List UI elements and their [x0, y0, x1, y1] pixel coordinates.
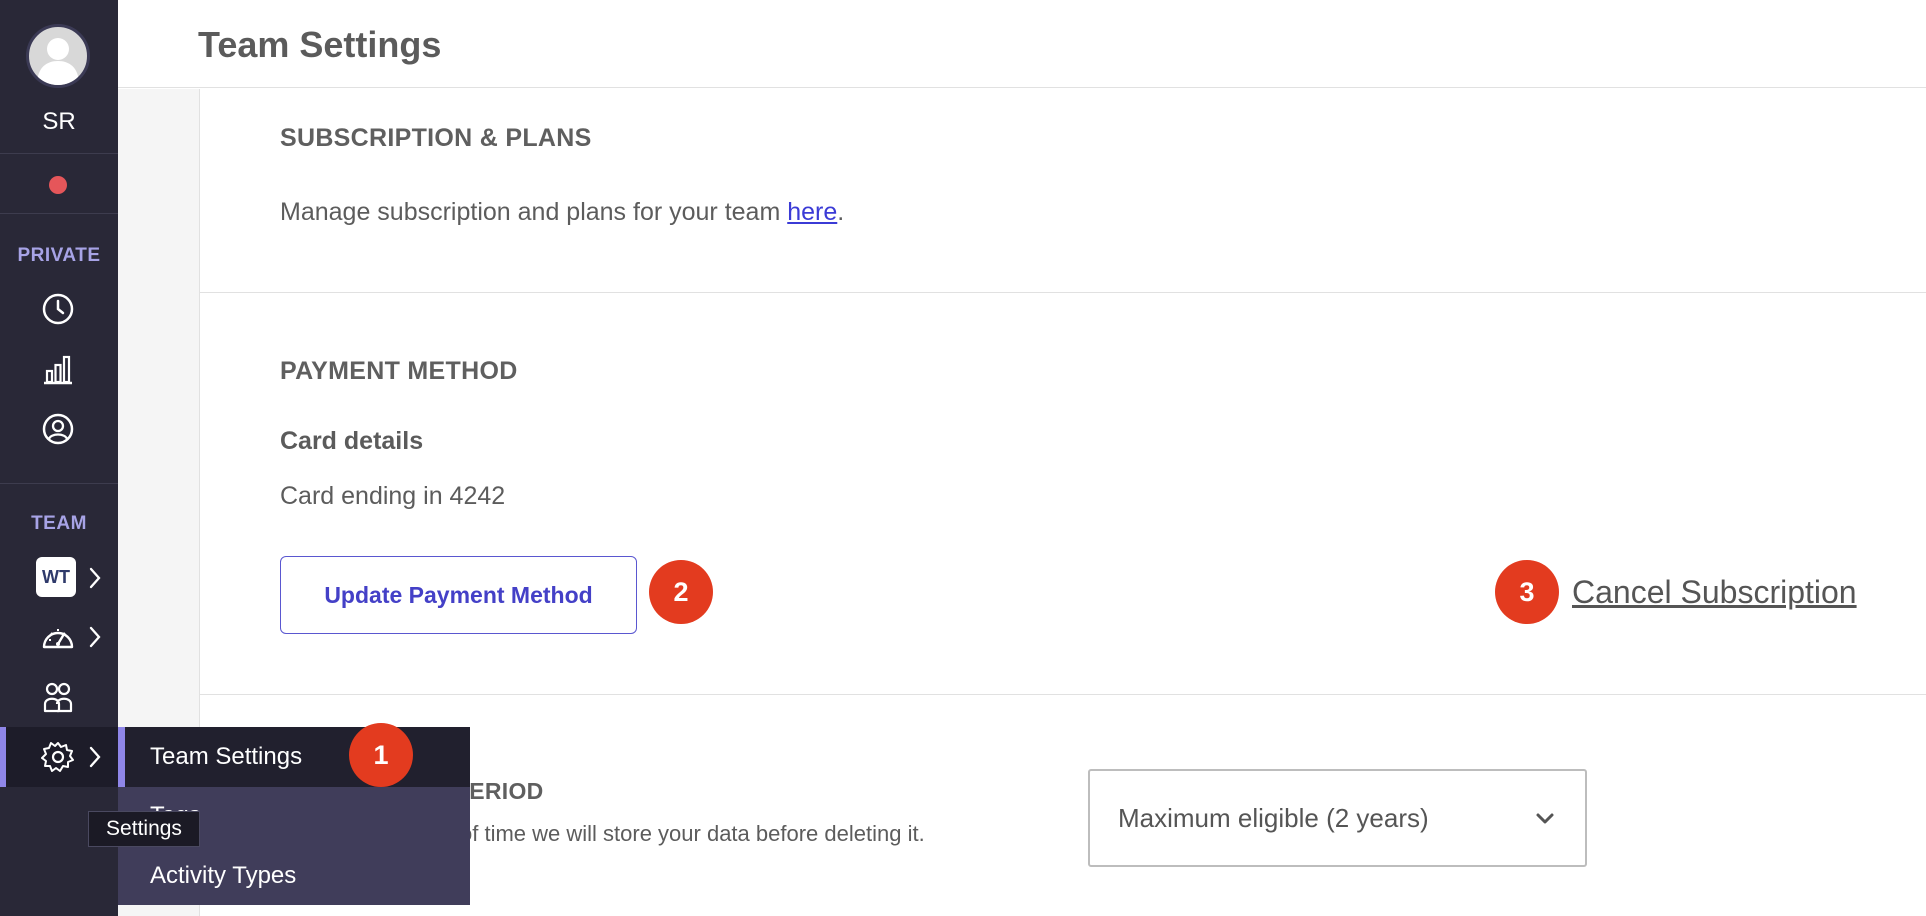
divider	[0, 213, 118, 214]
settings-tooltip: Settings	[88, 811, 200, 847]
annotation-badge-3: 3	[1495, 560, 1559, 624]
chevron-right-icon[interactable]	[88, 625, 102, 649]
chevron-right-icon[interactable]	[88, 745, 102, 769]
status-indicator	[49, 176, 67, 194]
subscription-here-link[interactable]: here	[787, 198, 837, 226]
annotation-badge-1: 1	[349, 723, 413, 787]
page-header: Team Settings	[118, 0, 1926, 88]
subscription-text-after: .	[837, 198, 845, 226]
private-section-label: PRIVATE	[17, 245, 101, 266]
chevron-right-icon[interactable]	[88, 566, 102, 590]
chevron-down-icon	[1536, 813, 1554, 824]
subscription-text-before: Manage subscription and plans for your t…	[280, 198, 788, 226]
people-icon[interactable]	[40, 679, 76, 715]
team-section-label: TEAM	[31, 513, 87, 534]
active-indicator	[0, 727, 6, 787]
divider	[0, 153, 118, 154]
gear-icon[interactable]	[40, 739, 76, 775]
subscription-section: SUBSCRIPTION & PLANS Manage subscription…	[200, 89, 1926, 293]
avatar[interactable]	[26, 24, 90, 88]
payment-heading: PAYMENT METHOD	[280, 357, 518, 385]
user-silhouette-icon	[37, 38, 79, 85]
retention-description: of time we will store your data before d…	[460, 821, 925, 846]
subscription-text: Manage subscription and plans for your t…	[280, 198, 844, 227]
flyout-item-label[interactable]: Team Settings	[150, 743, 302, 771]
bar-chart-icon[interactable]	[40, 351, 76, 387]
user-initials: SR	[42, 108, 76, 135]
profile-icon[interactable]	[40, 411, 76, 447]
clock-icon[interactable]	[40, 291, 76, 327]
cancel-subscription-link[interactable]: Cancel Subscription	[1572, 574, 1857, 611]
update-payment-method-button[interactable]: Update Payment Method	[280, 556, 637, 634]
speedometer-icon[interactable]	[40, 619, 76, 655]
flyout-active-indicator	[118, 727, 125, 787]
page-title: Team Settings	[198, 24, 442, 65]
card-ending-text: Card ending in 4242	[280, 482, 506, 510]
retention-period-select[interactable]: Maximum eligible (2 years)	[1088, 769, 1587, 867]
team-badge[interactable]: WT	[36, 557, 76, 597]
annotation-badge-2: 2	[649, 560, 713, 624]
subscription-heading: SUBSCRIPTION & PLANS	[280, 124, 592, 152]
sidebar: SR PRIVATE TEAM WT	[0, 0, 118, 916]
flyout-item-activity-types[interactable]: Activity Types	[150, 862, 296, 890]
retention-select-value: Maximum eligible (2 years)	[1118, 803, 1429, 833]
card-details-label: Card details	[280, 427, 424, 455]
divider	[0, 483, 118, 484]
